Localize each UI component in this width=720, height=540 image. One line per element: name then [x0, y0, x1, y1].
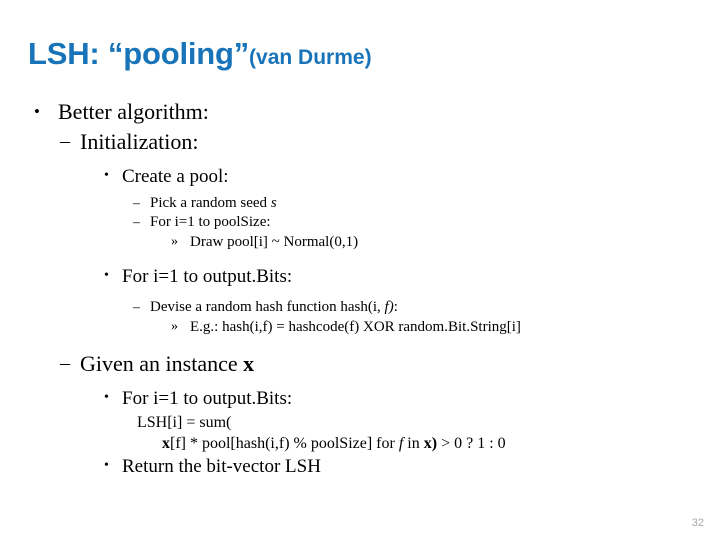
bullet-text-plain: Devise a random hash function hash(i,: [150, 299, 385, 315]
page-number: 32: [691, 517, 704, 529]
bullet-for-outputbits-apply: • For i=1 to output.Bits:: [0, 386, 720, 412]
slide-canvas: LSH: “pooling”(van Durme) • Better algor…: [0, 0, 720, 540]
code-text: x[f] * pool[hash(i,f) % poolSize] for f …: [162, 433, 506, 454]
code-seg-bold-x1: x: [162, 435, 170, 452]
bullet-text: Devise a random hash function hash(i, f)…: [150, 298, 398, 317]
bullet-text-plain: Given an instance: [80, 351, 244, 376]
code-seg-bold-x2: x): [423, 435, 438, 452]
bullet-marker-dash: –: [133, 300, 140, 315]
bullet-marker-dot: •: [104, 458, 109, 473]
bullet-marker-dot: •: [104, 390, 109, 405]
bullet-marker-dash: –: [133, 196, 140, 211]
slide-title-main: LSH: “pooling”: [28, 36, 250, 71]
code-seg-plain-1: [f] * pool[hash(i,f) % poolSize] for: [170, 435, 399, 452]
bullet-marker-guillemet: »: [171, 319, 178, 334]
code-seg-plain-2: in: [403, 435, 424, 452]
slide-title: LSH: “pooling”(van Durme): [28, 36, 688, 76]
bullet-marker-dash: –: [60, 352, 70, 374]
bullet-text: Better algorithm:: [58, 99, 209, 124]
bullet-text: For i=1 to output.Bits:: [122, 388, 293, 409]
bullet-text-plain: Pick a random seed: [150, 195, 271, 211]
code-text: LSH[i] = sum(: [137, 414, 232, 431]
bullet-text: Given an instance x: [80, 349, 254, 378]
bullet-marker-dot: •: [34, 102, 40, 121]
bullet-marker-dot: •: [104, 268, 109, 283]
bullet-better-algorithm: • Better algorithm:: [0, 98, 720, 126]
code-line-pool-expression: x[f] * pool[hash(i,f) % poolSize] for f …: [0, 433, 720, 454]
bullet-for-outputbits-init: • For i=1 to output.Bits:: [0, 264, 720, 290]
code-line-lsh-sum: LSH[i] = sum(: [0, 412, 720, 433]
slide-body: • Better algorithm: – Initialization: • …: [0, 98, 720, 480]
bullet-given-an-instance: – Given an instance x: [0, 349, 720, 378]
bullet-hash-example: » E.g.: hash(i,f) = hashcode(f) XOR rand…: [0, 317, 720, 337]
bullet-text: Initialization:: [80, 129, 199, 154]
bullet-initialization: – Initialization:: [0, 127, 720, 156]
bullet-text-italic: s: [270, 195, 277, 211]
bullet-text: Create a pool:: [122, 166, 229, 187]
bullet-marker-dash: –: [133, 215, 140, 230]
slide-title-byline: (van Durme): [249, 46, 372, 69]
bullet-text: Return the bit-vector LSH: [122, 456, 321, 477]
bullet-text-italic: f): [384, 299, 394, 315]
bullet-text-plain-tail: :: [393, 299, 398, 315]
bullet-text: For i=1 to output.Bits:: [122, 266, 293, 287]
bullet-draw-pool-normal: » Draw pool[i] ~ Normal(0,1): [0, 232, 720, 252]
bullet-text-bold: x: [243, 351, 255, 376]
bullet-text: Pick a random seed s: [150, 194, 277, 213]
bullet-text: E.g.: hash(i,f) = hashcode(f) XOR random…: [190, 319, 521, 335]
bullet-create-a-pool: • Create a pool:: [0, 164, 720, 190]
code-seg-plain-3: > 0 ? 1 : 0: [437, 435, 506, 452]
bullet-devise-hash-function: – Devise a random hash function hash(i, …: [0, 298, 720, 317]
bullet-marker-guillemet: »: [171, 234, 178, 249]
bullet-return-bit-vector: • Return the bit-vector LSH: [0, 454, 720, 480]
bullet-text: Draw pool[i] ~ Normal(0,1): [190, 234, 359, 250]
bullet-pick-random-seed: – Pick a random seed s: [0, 194, 720, 213]
bullet-marker-dot: •: [104, 168, 109, 183]
bullet-for-poolsize: – For i=1 to poolSize:: [0, 213, 720, 232]
bullet-text: For i=1 to poolSize:: [150, 214, 271, 230]
bullet-marker-dash: –: [60, 130, 70, 152]
